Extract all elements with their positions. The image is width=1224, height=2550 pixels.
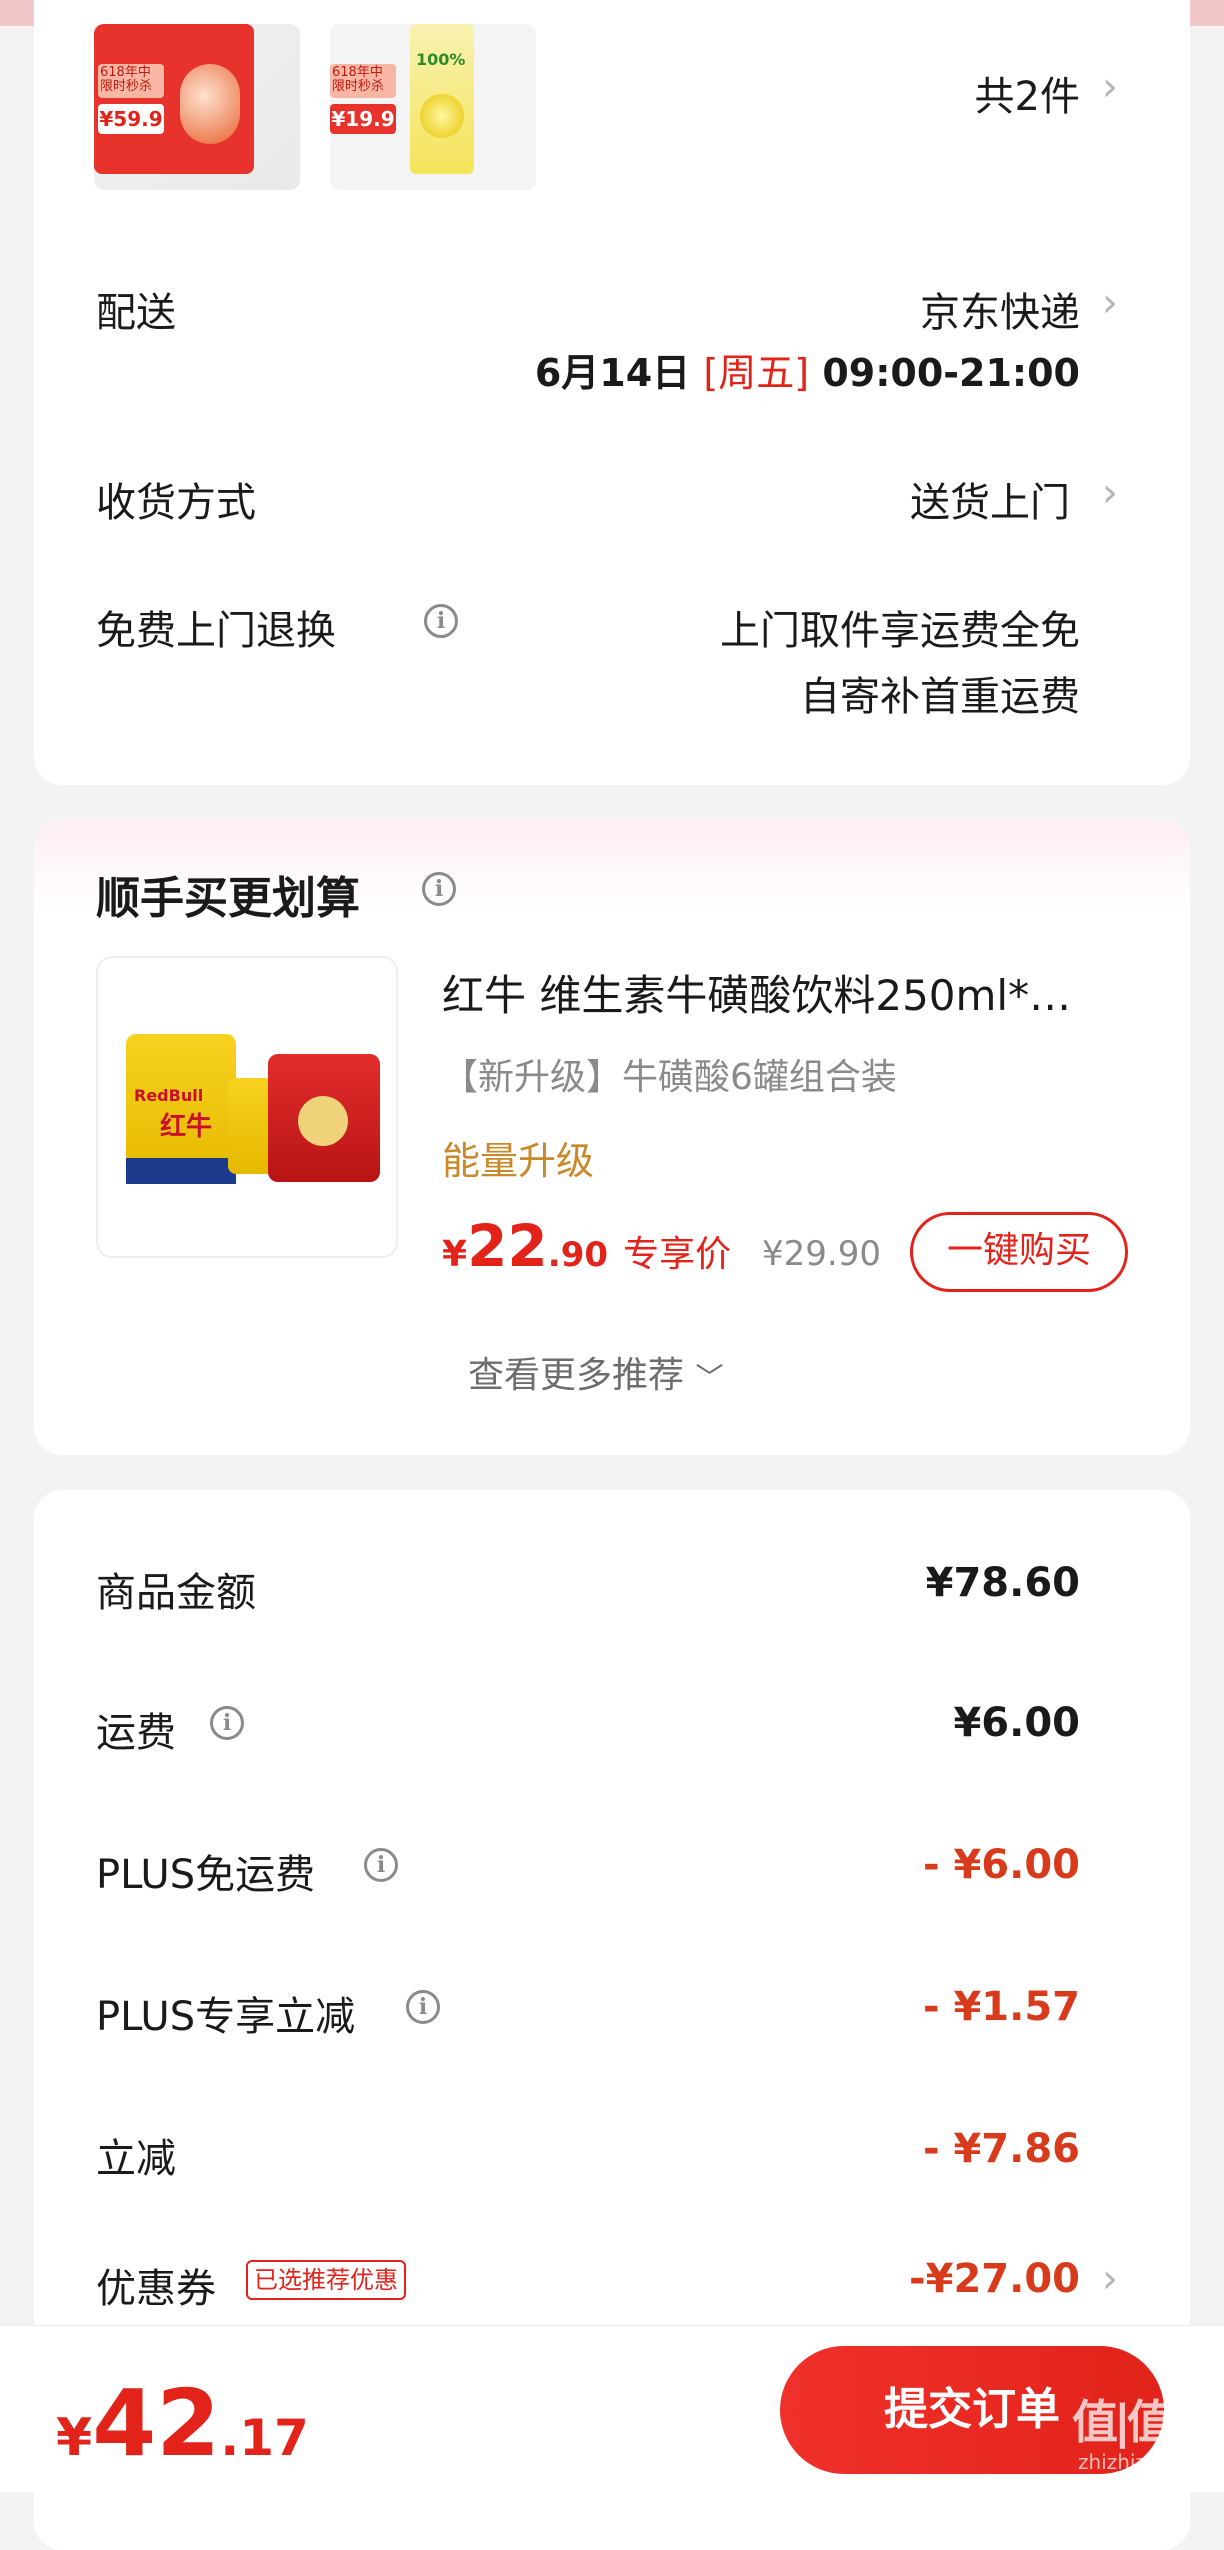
plus-discount-value: - ¥1.57 bbox=[922, 1984, 1080, 2030]
recommend-card: 顺手买更划算 i RedBull 红牛 红牛 维生素牛磺酸饮料250ml*… 【… bbox=[34, 820, 1190, 1455]
apple-image bbox=[180, 64, 240, 144]
plus-free-shipping-label: PLUS免运费 bbox=[96, 1852, 316, 1898]
order-info-card: 618年中 限时秒杀 ¥59.9 618年中 限时秒杀 ¥19.9 100% 共… bbox=[34, 0, 1190, 785]
coupon-label: 优惠券 bbox=[96, 2266, 216, 2312]
item-count[interactable]: 共2件 bbox=[975, 64, 1080, 122]
free-return-label: 免费上门退换 bbox=[96, 608, 336, 654]
receive-label: 收货方式 bbox=[96, 480, 256, 526]
delivery-carrier[interactable]: 京东快递 bbox=[920, 280, 1080, 338]
delivery-date: 6月14日 bbox=[534, 351, 691, 395]
chevron-down-icon: ﹀ bbox=[695, 1361, 724, 1394]
watermark-logo: 值|值|值 bbox=[1072, 2395, 1224, 2449]
price-label: 专享价 bbox=[623, 1234, 732, 1275]
chevron-right-icon[interactable]: › bbox=[1102, 470, 1118, 516]
watermark-url: zhizhizhi.com bbox=[1078, 2450, 1214, 2474]
delivery-time: 6月14日 [周五] 09:00-21:00 bbox=[535, 342, 1080, 397]
redbull-image[interactable]: RedBull 红牛 bbox=[96, 956, 398, 1258]
shipping-label: 运费 bbox=[96, 1710, 176, 1756]
info-icon[interactable]: i bbox=[422, 872, 456, 906]
free-return-line2: 自寄补首重运费 bbox=[800, 674, 1080, 720]
receive-value[interactable]: 送货上门 bbox=[910, 470, 1070, 528]
product-price: ¥22.90 专享价 bbox=[442, 1212, 732, 1280]
product-thumb-1[interactable]: 618年中 限时秒杀 ¥59.9 bbox=[94, 24, 300, 190]
delivery-label: 配送 bbox=[96, 290, 176, 336]
juice-bottle-image: 100% bbox=[410, 24, 474, 174]
product-subtitle: 【新升级】牛磺酸6罐组合装 bbox=[442, 1057, 897, 1098]
product-1-price: ¥59.9 bbox=[98, 104, 164, 134]
total-price: ¥42.17 bbox=[56, 2370, 309, 2477]
chevron-right-icon[interactable]: › bbox=[1102, 64, 1118, 110]
product-thumb-2[interactable]: 618年中 限时秒杀 ¥19.9 100% bbox=[330, 24, 536, 190]
product-tag: 能量升级 bbox=[442, 1139, 595, 1183]
coupon-badge: 已选推荐优惠 bbox=[246, 2260, 406, 2300]
see-more-link[interactable]: 查看更多推荐 ﹀ bbox=[468, 1346, 723, 1398]
original-price: ¥29.90 bbox=[762, 1234, 881, 1274]
one-click-buy-button[interactable]: 一键购买 bbox=[910, 1212, 1128, 1292]
plus-free-shipping-value: - ¥6.00 bbox=[922, 1842, 1080, 1888]
chevron-right-icon[interactable]: › bbox=[1102, 280, 1118, 326]
recommend-title: 顺手买更划算 bbox=[96, 873, 360, 924]
plus-discount-label: PLUS专享立减 bbox=[96, 1994, 356, 2040]
goods-amount-label: 商品金额 bbox=[96, 1570, 256, 1616]
instant-discount-label: 立减 bbox=[96, 2136, 176, 2182]
instant-discount-value: - ¥7.86 bbox=[922, 2126, 1080, 2172]
chevron-right-icon[interactable]: › bbox=[1102, 2256, 1118, 2302]
product-name[interactable]: 红牛 维生素牛磺酸饮料250ml*… bbox=[442, 962, 1071, 1023]
delivery-window: 09:00-21:00 bbox=[822, 351, 1080, 395]
checkout-bar: ¥42.17 提交订单 值|值|值 zhizhizhi.com bbox=[0, 2325, 1224, 2492]
coupon-value[interactable]: -¥27.00 bbox=[909, 2256, 1080, 2302]
goods-amount-value: ¥78.60 bbox=[925, 1560, 1080, 1606]
shipping-value: ¥6.00 bbox=[953, 1700, 1080, 1746]
info-icon[interactable]: i bbox=[424, 604, 458, 638]
free-return-line1: 上门取件享运费全免 bbox=[720, 608, 1080, 654]
product-2-price: ¥19.9 bbox=[330, 104, 396, 134]
info-icon[interactable]: i bbox=[406, 1990, 440, 2024]
promo-tag: 618年中 限时秒杀 bbox=[330, 64, 396, 98]
delivery-weekday: [周五] bbox=[703, 351, 810, 395]
info-icon[interactable]: i bbox=[364, 1848, 398, 1882]
info-icon[interactable]: i bbox=[210, 1706, 244, 1740]
promo-tag: 618年中 限时秒杀 bbox=[98, 64, 164, 98]
